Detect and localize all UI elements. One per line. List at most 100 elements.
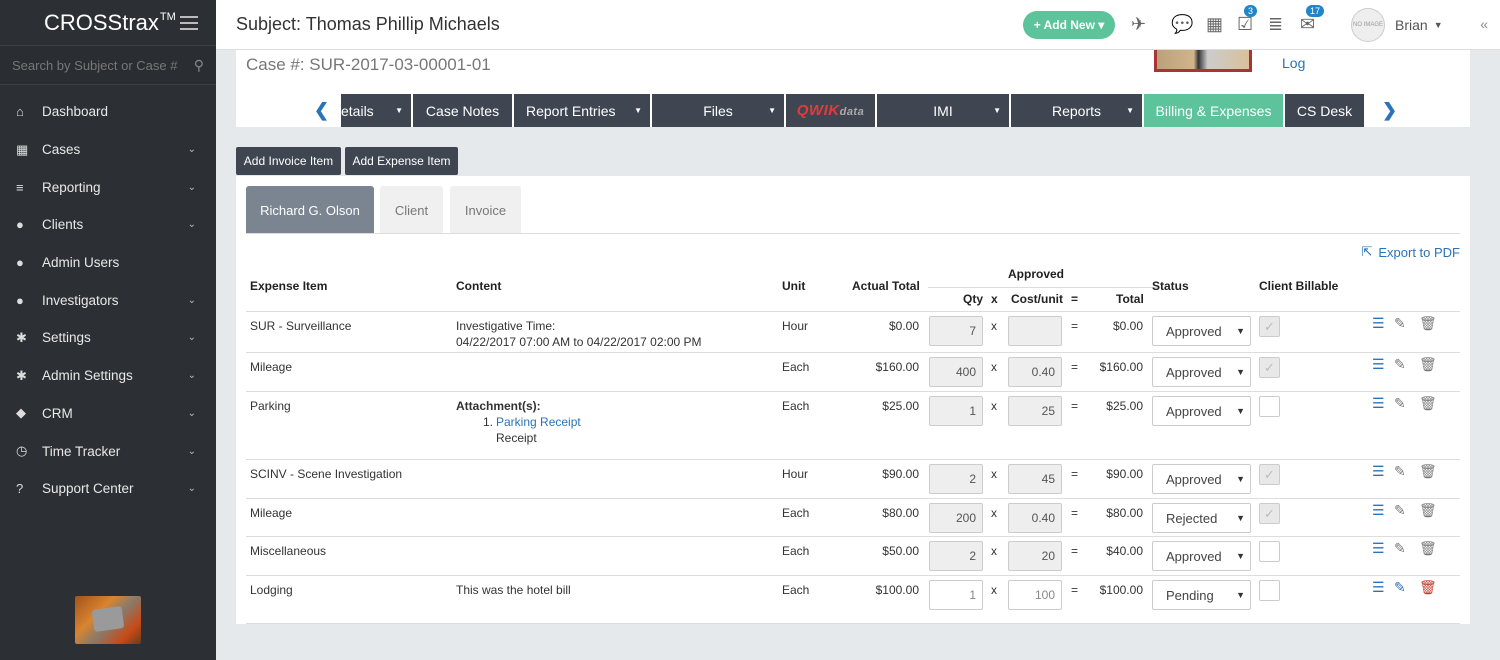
tab-imi[interactable]: IMI ▼ — [877, 94, 1009, 127]
cost-unit-input[interactable] — [1008, 541, 1062, 571]
qty-input[interactable] — [929, 541, 983, 571]
cost-unit-input[interactable] — [1008, 464, 1062, 494]
qty-input[interactable] — [929, 464, 983, 494]
client-billable-checkbox[interactable]: ✓ — [1259, 316, 1280, 337]
list-icon: ≡ — [16, 179, 24, 195]
sidebar-item-cases[interactable]: ▦ Cases ⌄ — [0, 131, 216, 169]
trash-icon[interactable]: 🗑 — [1419, 463, 1437, 480]
chevron-down-icon: ⌄ — [187, 181, 196, 193]
sidebar-item-support-center[interactable]: ? Support Center ⌄ — [0, 470, 216, 508]
trash-icon[interactable]: 🗑 — [1419, 395, 1437, 412]
details-icon[interactable]: ☰ — [1372, 540, 1385, 557]
users-icon: ● — [16, 292, 24, 308]
edit-icon[interactable]: ✎ — [1394, 315, 1406, 332]
edit-icon[interactable]: ✎ — [1394, 579, 1406, 596]
sidebar-item-admin-users[interactable]: ● Admin Users — [0, 244, 216, 282]
attachment-link[interactable]: Parking Receipt — [496, 414, 581, 430]
sidebar-item-dashboard[interactable]: ⌂ Dashboard — [0, 93, 216, 131]
tab-cs-desk[interactable]: CS Desk — [1285, 94, 1364, 127]
qty-input[interactable] — [929, 316, 983, 346]
trash-icon[interactable]: 🗑 — [1419, 502, 1437, 519]
trash-icon[interactable]: 🗑 — [1419, 540, 1437, 557]
export-to-pdf-link[interactable]: ⇱ Export to PDF — [1361, 244, 1460, 260]
status-select[interactable]: Approved ▼ — [1152, 357, 1251, 387]
content-cell: Investigative Time: — [456, 319, 556, 333]
client-billable-checkbox[interactable]: ✓ — [1259, 357, 1280, 378]
search-icon[interactable]: ⚲ — [194, 57, 204, 74]
add-new-button[interactable]: + Add New ▾ — [1023, 11, 1115, 39]
status-select[interactable]: Rejected ▼ — [1152, 503, 1251, 533]
subtab-client[interactable]: Client — [380, 186, 443, 234]
tab-files[interactable]: Files ▼ — [652, 94, 784, 127]
client-billable-checkbox[interactable]: ✓ — [1259, 464, 1280, 485]
status-select[interactable]: Approved ▼ — [1152, 541, 1251, 571]
client-billable-checkbox[interactable]: ✓ — [1259, 503, 1280, 524]
status-select[interactable]: Approved ▼ — [1152, 316, 1251, 346]
sidebar-item-settings[interactable]: ✱ Settings ⌄ — [0, 319, 216, 357]
sidebar-item-time-tracker[interactable]: ◷ Time Tracker ⌄ — [0, 432, 216, 470]
details-icon[interactable]: ☰ — [1372, 395, 1385, 412]
subtab-investigator[interactable]: Richard G. Olson — [246, 186, 374, 234]
qty-input[interactable] — [929, 396, 983, 426]
tab-billing-expenses[interactable]: Billing & Expenses — [1144, 94, 1283, 127]
status-select[interactable]: Pending ▼ — [1152, 580, 1251, 610]
details-icon[interactable]: ☰ — [1372, 463, 1385, 480]
status-select[interactable]: Approved ▼ — [1152, 464, 1251, 494]
details-icon[interactable]: ☰ — [1372, 579, 1385, 596]
trash-icon[interactable]: 🗑 — [1419, 579, 1437, 596]
search-input[interactable] — [12, 57, 194, 73]
cost-unit-input[interactable] — [1008, 503, 1062, 533]
server-icon[interactable]: ≣ — [1268, 14, 1283, 35]
edit-icon[interactable]: ✎ — [1394, 540, 1406, 557]
qty-input[interactable] — [929, 357, 983, 387]
details-icon[interactable]: ☰ — [1372, 315, 1385, 332]
sidebar-item-admin-settings[interactable]: ✱ Admin Settings ⌄ — [0, 357, 216, 395]
details-icon[interactable]: ☰ — [1372, 356, 1385, 373]
client-billable-checkbox[interactable] — [1259, 396, 1280, 417]
calendar-icon[interactable]: ▦ — [1206, 14, 1223, 35]
sidebar-item-clients[interactable]: ● Clients ⌄ — [0, 206, 216, 244]
tab-qwik-data[interactable]: QWIKdata — [786, 94, 875, 127]
tasks-icon[interactable]: ☑ — [1237, 14, 1253, 35]
add-invoice-item-button[interactable]: Add Invoice Item — [236, 147, 341, 175]
client-billable-checkbox[interactable] — [1259, 580, 1280, 601]
paper-plane-icon[interactable]: ✈ — [1131, 14, 1146, 35]
cost-unit-input[interactable] — [1008, 580, 1062, 610]
tab-reports[interactable]: Reports ▼ — [1011, 94, 1142, 127]
tab-files-label: Files — [703, 102, 733, 119]
edit-icon[interactable]: ✎ — [1394, 395, 1406, 412]
sidebar-item-investigators[interactable]: ● Investigators ⌄ — [0, 281, 216, 319]
edit-icon[interactable]: ✎ — [1394, 356, 1406, 373]
edit-icon[interactable]: ✎ — [1394, 463, 1406, 480]
unit-cell: Each — [782, 360, 810, 374]
tab-case-notes[interactable]: Case Notes — [413, 94, 512, 127]
cost-unit-input[interactable] — [1008, 357, 1062, 387]
client-billable-checkbox[interactable] — [1259, 541, 1280, 562]
status-select[interactable]: Approved ▼ — [1152, 396, 1251, 426]
trash-icon[interactable]: 🗑 — [1419, 356, 1437, 373]
dropdown-caret-icon: ▼ — [993, 106, 1001, 115]
sidebar-item-crm[interactable]: ◆ CRM ⌄ — [0, 395, 216, 433]
tabs-next-arrow-icon[interactable]: ❯ — [1382, 100, 1397, 121]
chevron-down-icon: ⌄ — [187, 370, 196, 382]
collapse-panel-icon[interactable]: « — [1480, 16, 1488, 32]
sidebar-item-reporting[interactable]: ≡ Reporting ⌄ — [0, 168, 216, 206]
cost-unit-input[interactable] — [1008, 396, 1062, 426]
tab-details[interactable]: etails ▼ — [341, 94, 411, 127]
trash-icon[interactable]: 🗑 — [1419, 315, 1437, 332]
mail-icon[interactable]: ✉ — [1300, 14, 1315, 35]
add-expense-item-button[interactable]: Add Expense Item — [345, 147, 458, 175]
qty-input[interactable] — [929, 580, 983, 610]
details-icon[interactable]: ☰ — [1372, 502, 1385, 519]
tab-report-entries[interactable]: Report Entries ▼ — [514, 94, 650, 127]
chat-icon[interactable]: 💬 — [1171, 14, 1193, 35]
qty-input[interactable] — [929, 503, 983, 533]
brand-logo[interactable]: CROSStrax TM — [0, 0, 216, 45]
tabs-prev-arrow-icon[interactable]: ❮ — [314, 100, 329, 121]
log-link[interactable]: Log — [1282, 55, 1305, 71]
user-menu[interactable]: NO IMAGE Brian ▼ — [1351, 8, 1443, 42]
edit-icon[interactable]: ✎ — [1394, 502, 1406, 519]
cost-unit-input[interactable] — [1008, 316, 1062, 346]
hamburger-menu-icon[interactable] — [180, 16, 198, 30]
subtab-invoice[interactable]: Invoice — [450, 186, 521, 234]
